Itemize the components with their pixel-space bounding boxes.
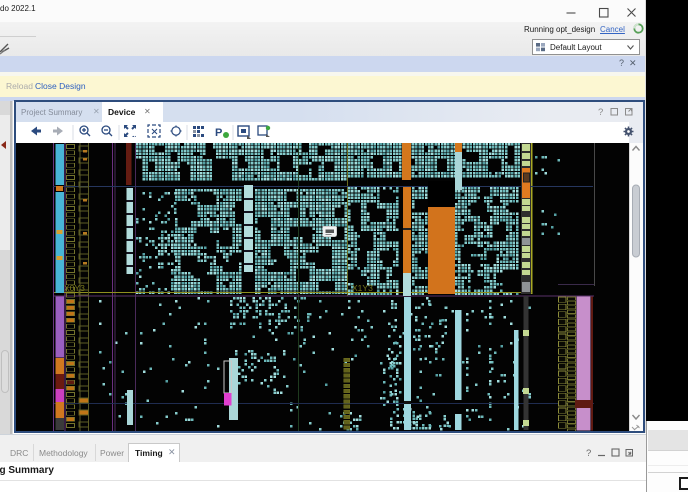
svg-text:P: P bbox=[215, 127, 222, 139]
svg-text:?: ? bbox=[598, 107, 603, 118]
svg-text:?: ? bbox=[586, 448, 591, 459]
svg-text:X1Y3: X1Y3 bbox=[352, 283, 373, 293]
svg-text:X0Y3: X0Y3 bbox=[64, 283, 85, 293]
